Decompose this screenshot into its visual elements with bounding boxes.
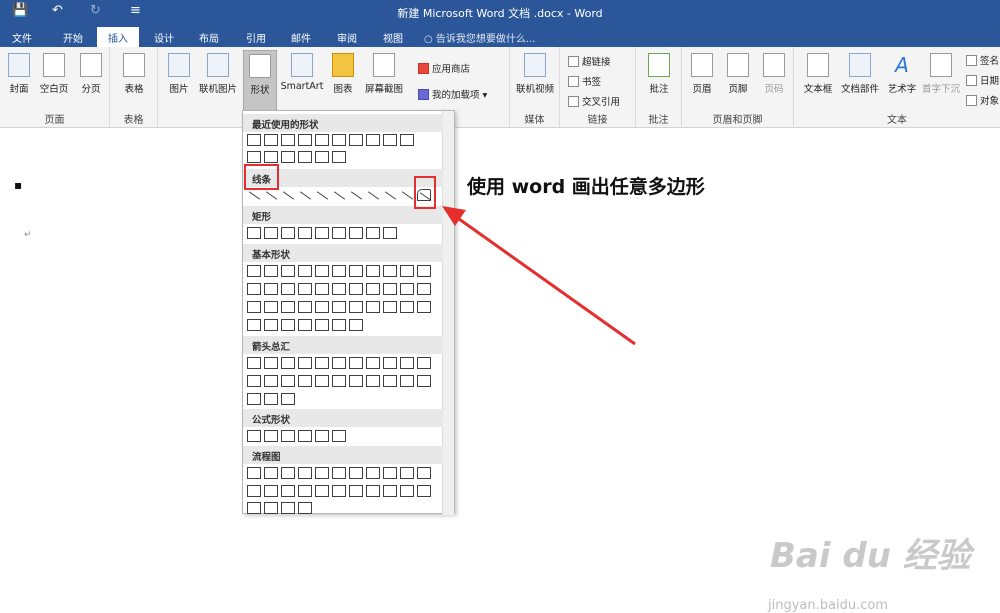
watermark-url: jingyan.baidu.com	[768, 598, 888, 613]
arrow-shaft	[451, 212, 636, 346]
watermark-logo: Bai du 经验	[770, 536, 971, 576]
annotation-arrow	[442, 206, 636, 346]
